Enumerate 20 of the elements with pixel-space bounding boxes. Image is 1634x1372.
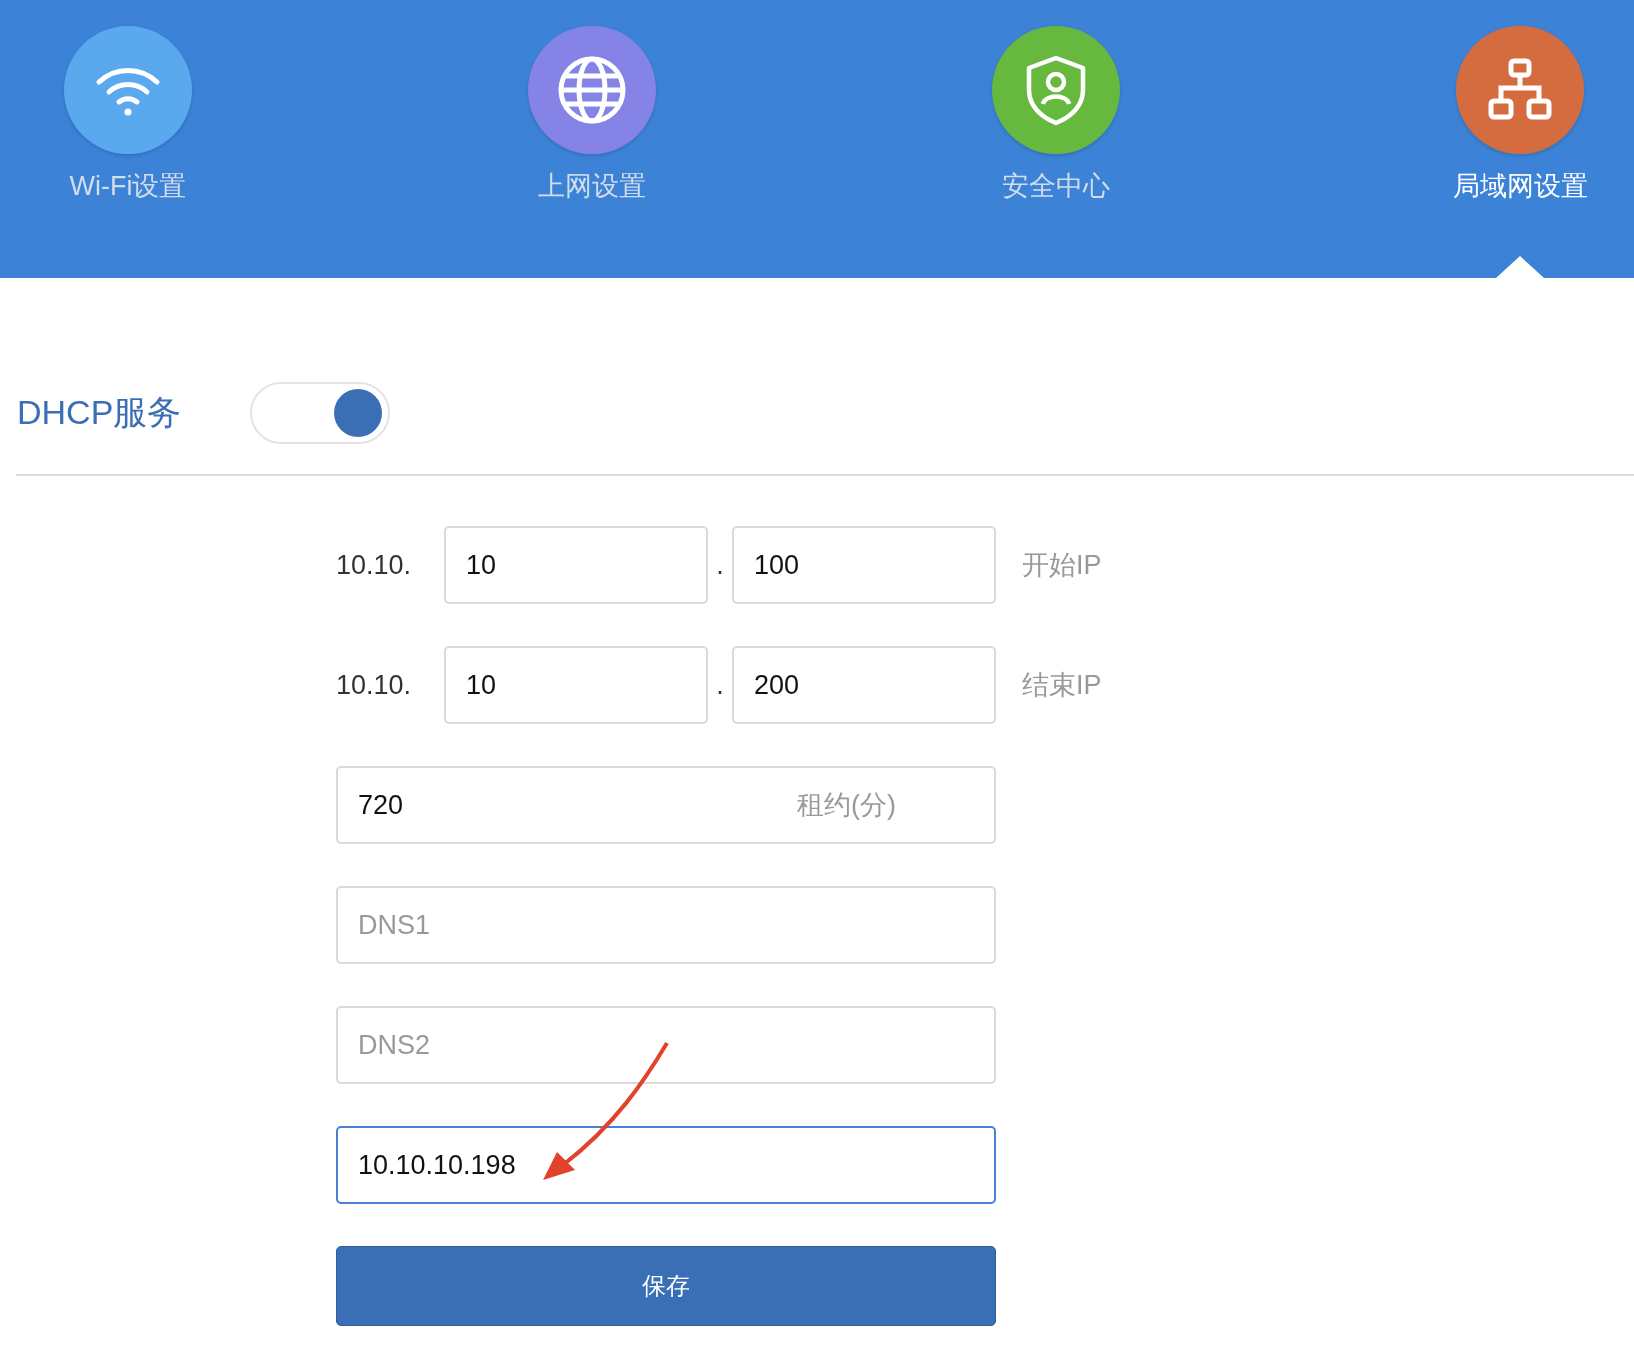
ip-prefix: 10.10. [336, 669, 413, 701]
ip-dot: . [715, 549, 725, 581]
input-field[interactable]: DNS1 [336, 886, 996, 964]
save-button[interactable]: 保存 [336, 1246, 996, 1326]
globe-icon [556, 54, 628, 126]
ip-dot: . [715, 669, 725, 701]
ip-octet-field[interactable]: 100 [732, 526, 996, 604]
ip-octet-field[interactable]: 200 [732, 646, 996, 724]
field-label: 结束IP [1022, 669, 1102, 702]
dhcp-label: DHCP服务 [17, 392, 183, 433]
lease-field[interactable]: 720 租约(分) [336, 766, 996, 844]
ip-octet-field[interactable]: 10 [444, 526, 708, 604]
network-icon [1487, 57, 1553, 123]
nav-tab[interactable]: 局域网设置 [1440, 0, 1600, 278]
input-field[interactable]: 10.10.10.198 [336, 1126, 996, 1204]
ip-octet-field[interactable]: 10 [444, 646, 708, 724]
active-tab-pointer [1496, 256, 1544, 278]
ip-prefix: 10.10. [336, 549, 413, 581]
input-field[interactable]: DNS2 [336, 1006, 996, 1084]
field-label: 开始IP [1022, 549, 1102, 582]
